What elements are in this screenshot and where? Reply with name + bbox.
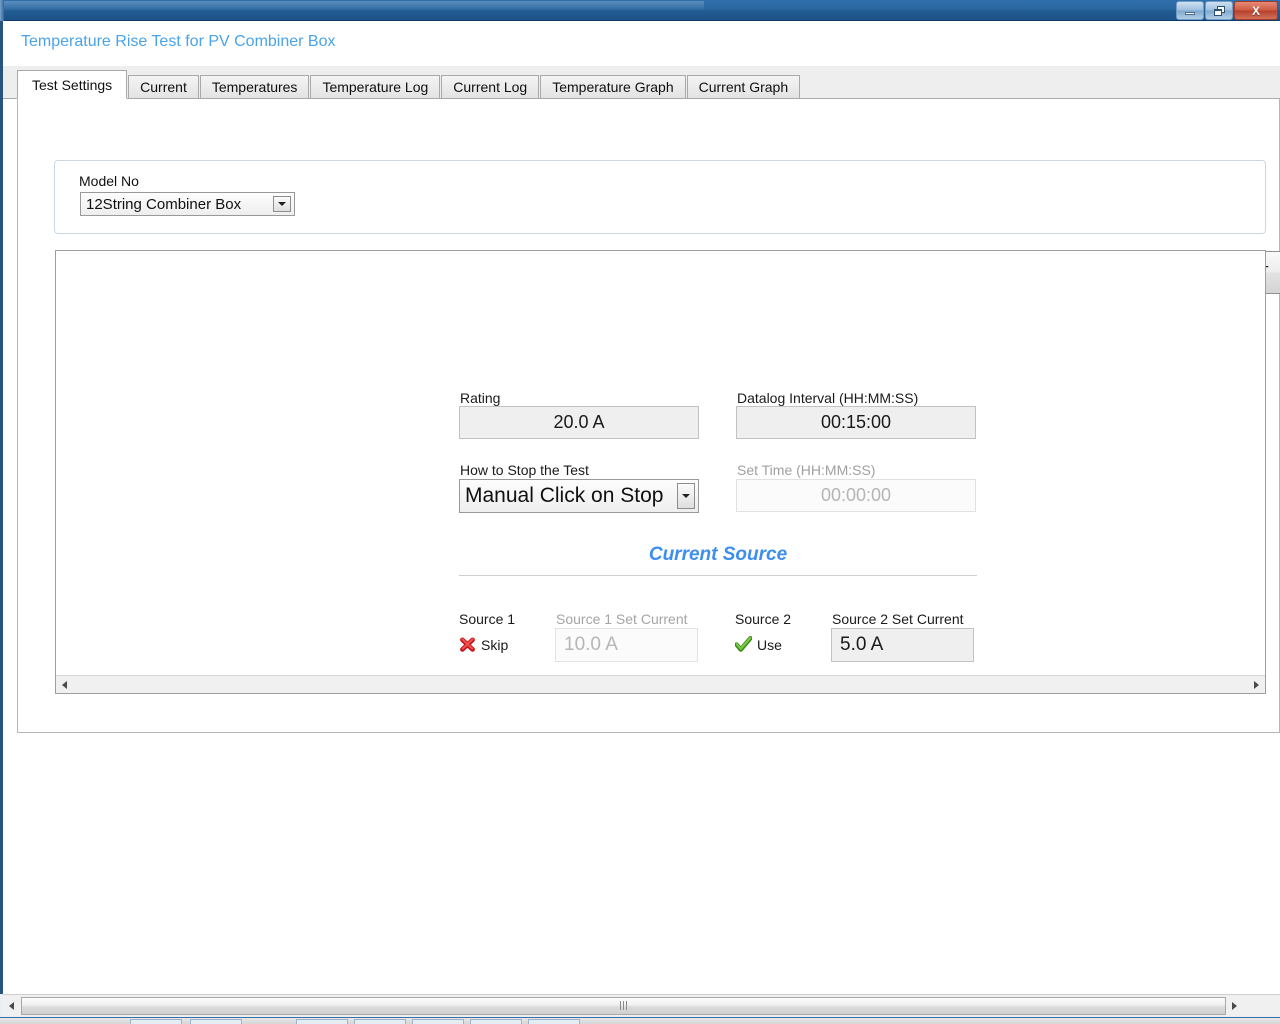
page-horizontal-scrollbar[interactable] — [3, 994, 1280, 1016]
page-scroll-thumb[interactable] — [21, 996, 1226, 1015]
red-x-icon — [459, 636, 476, 653]
minimize-button[interactable] — [1176, 1, 1204, 20]
scroll-left-icon[interactable] — [56, 676, 73, 693]
datalog-interval-input[interactable]: 00:15:00 — [736, 406, 976, 439]
close-icon: X — [1251, 3, 1260, 18]
tab-list: Test Settings Current Temperatures Tempe… — [17, 70, 801, 99]
rating-input[interactable]: 20.0 A — [459, 406, 699, 439]
source-1-current-input[interactable]: 10.0 A — [555, 628, 698, 662]
chevron-down-icon[interactable] — [677, 483, 695, 509]
rating-label: Rating — [460, 390, 501, 406]
tab-current[interactable]: Current — [128, 75, 199, 99]
tab-current-graph[interactable]: Current Graph — [686, 75, 801, 99]
source-2-current-input[interactable]: 5.0 A — [831, 628, 974, 662]
datalog-interval-label: Datalog Interval (HH:MM:SS) — [737, 390, 919, 406]
set-time-label: Set Time (HH:MM:SS) — [737, 462, 876, 478]
source-2-state: Use — [757, 636, 782, 653]
window-titlebar: X — [0, 0, 1280, 21]
application-window: X Temperature Rise Test for PV Combiner … — [0, 0, 1280, 1024]
close-button[interactable]: X — [1234, 1, 1278, 20]
source-2-current-label: Source 2 Set Current — [832, 611, 964, 627]
tab-current-log[interactable]: Current Log — [441, 75, 540, 99]
model-group-box: Model No 12String Combiner Box — [54, 160, 1266, 234]
source-2-label: Source 2 — [735, 611, 792, 627]
page-scroll-left-icon[interactable] — [3, 996, 20, 1016]
source-1-current-label: Source 1 Set Current — [556, 611, 688, 627]
settings-scroll-content: Rating 20.0 A How to Stop the Test Manua… — [56, 251, 1265, 675]
tab-temperatures[interactable]: Temperatures — [199, 75, 310, 99]
tab-temperature-log[interactable]: Temperature Log — [310, 75, 441, 99]
model-no-combobox[interactable]: 12String Combiner Box — [80, 192, 295, 216]
panel-horizontal-scrollbar[interactable] — [56, 675, 1265, 693]
settings-scroll-panel: Rating 20.0 A How to Stop the Test Manua… — [55, 250, 1266, 694]
how-to-stop-combobox[interactable]: Manual Click on Stop — [459, 479, 699, 513]
source-2-toggle[interactable]: Use — [734, 636, 782, 653]
model-no-value: 12String Combiner Box — [86, 195, 242, 213]
set-time-input[interactable]: 00:00:00 — [736, 479, 976, 512]
source-1-toggle[interactable]: Skip — [459, 636, 508, 653]
window-body: Temperature Rise Test for PV Combiner Bo… — [0, 21, 1280, 994]
page-title: Temperature Rise Test for PV Combiner Bo… — [21, 33, 336, 50]
maximize-button[interactable] — [1205, 1, 1233, 20]
tabstrip: Test Settings Current Temperatures Tempe… — [3, 66, 1280, 99]
source-1-state: Skip — [481, 636, 509, 653]
how-to-stop-value: Manual Click on Stop — [465, 484, 664, 507]
restore-icon — [1213, 5, 1225, 16]
green-check-icon — [734, 636, 753, 653]
window-controls: X — [1175, 1, 1278, 20]
model-no-label: Model No — [79, 173, 139, 189]
titlebar-sheen — [4, 1, 704, 10]
scroll-right-icon[interactable] — [1248, 676, 1265, 693]
tab-panel-test-settings: Model No 12String Combiner Box START RES… — [17, 99, 1280, 733]
page-scroll-right-icon[interactable] — [1226, 996, 1243, 1016]
current-source-divider — [459, 575, 977, 576]
taskbar-sliver — [0, 1017, 1280, 1024]
minimize-icon — [1185, 12, 1195, 15]
tab-temperature-graph[interactable]: Temperature Graph — [540, 75, 686, 99]
chevron-down-icon[interactable] — [273, 196, 291, 212]
current-source-heading: Current Source — [648, 544, 788, 565]
source-1-label: Source 1 — [459, 611, 516, 627]
scroll-grip-icon — [620, 1001, 627, 1010]
tab-test-settings[interactable]: Test Settings — [17, 70, 128, 99]
how-to-stop-label: How to Stop the Test — [460, 462, 589, 478]
